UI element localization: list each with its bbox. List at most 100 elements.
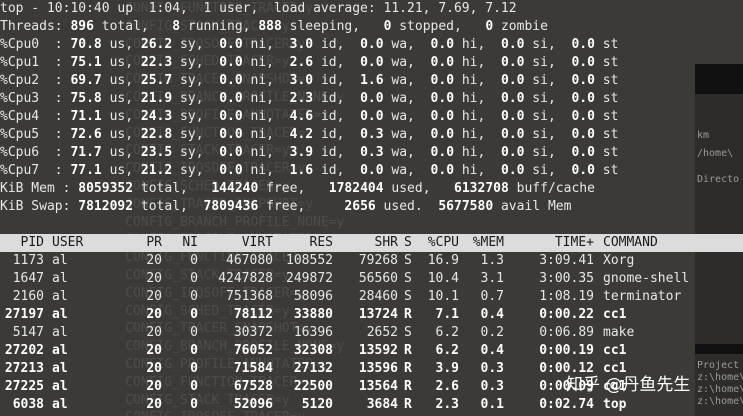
cell-shr: 3684 — [366, 397, 398, 412]
cell-res: 5120 — [301, 397, 333, 412]
cell-cmd: gnome-shell — [603, 271, 690, 286]
cell-pid: 1647 — [12, 271, 44, 286]
cell-user: al — [52, 361, 68, 376]
cpu-line: %Cpu2 : 69.7 us, 25.7 sy, 0.0 ni, 3.0 id… — [0, 73, 619, 88]
cell-shr: 28460 — [358, 289, 398, 304]
cell-shr: 13724 — [358, 307, 398, 322]
cell-mem: 0.2 — [480, 325, 504, 340]
table-row[interactable]: 27202 al 20 0 76052 32308 13592 R 6.2 0.4 0:00.19 c… — [0, 342, 743, 360]
cell-cmd: terminator — [603, 289, 682, 304]
cell-s: S — [404, 253, 412, 268]
cell-virt: 4247828 — [218, 271, 273, 286]
cell-ni: 0 — [190, 253, 198, 268]
column-header: NI — [182, 235, 198, 250]
cell-pid: 5147 — [12, 325, 44, 340]
cell-user: al — [52, 379, 68, 394]
cell-ni: 0 — [190, 325, 198, 340]
column-header: TIME+ — [554, 235, 594, 250]
cell-mem: 0.3 — [480, 361, 504, 376]
cell-cpu: 10.4 — [427, 271, 459, 286]
cell-ni: 0 — [190, 343, 198, 358]
cell-pid: 6038 — [12, 397, 44, 412]
cell-pid: 27225 — [4, 379, 44, 394]
cell-mem: 0.7 — [480, 289, 504, 304]
swap-line: KiB Swap: 7812092 total, 7809436 free, 2… — [0, 199, 572, 214]
cpu-line: %Cpu5 : 72.6 us, 22.8 sy, 0.0 ni, 4.2 id… — [0, 127, 619, 142]
cpu-line: %Cpu6 : 71.7 us, 23.5 sy, 0.0 ni, 3.9 id… — [0, 145, 619, 160]
cell-pr: 20 — [146, 271, 162, 286]
cell-pid: 27197 — [4, 307, 44, 322]
cell-user: al — [52, 397, 68, 412]
cell-virt: 30372 — [233, 325, 273, 340]
cell-virt: 78112 — [233, 307, 273, 322]
cell-cpu: 16.9 — [427, 253, 459, 268]
cell-user: al — [52, 343, 68, 358]
cell-cmd: make — [603, 325, 635, 340]
cell-time: 3:09.41 — [539, 253, 594, 268]
table-row[interactable]: 1173 al 20 0 467080 108552 79268 S 16.9 1.3 3:09.4… — [0, 252, 743, 270]
cell-res: 22500 — [293, 379, 333, 394]
cell-user: al — [52, 307, 68, 322]
cell-cpu: 10.1 — [427, 289, 459, 304]
cell-cpu: 6.2 — [435, 325, 459, 340]
cell-shr: 13564 — [358, 379, 398, 394]
cell-cpu: 7.1 — [435, 307, 459, 322]
cell-cmd: Xorg — [603, 253, 635, 268]
cell-cmd: cc1 — [603, 343, 627, 358]
process-table-header: PID USER PR NI VIRT RES SHR S %CPU %MEM TIME+ COMMA… — [0, 234, 743, 252]
cell-cmd: top — [603, 397, 627, 412]
cell-time: 1:08.19 — [539, 289, 594, 304]
cell-mem: 1.3 — [480, 253, 504, 268]
cell-shr: 2652 — [366, 325, 398, 340]
cell-ni: 0 — [190, 379, 198, 394]
cell-cmd: cc1 — [603, 307, 627, 322]
column-header: %MEM — [472, 235, 504, 250]
cell-time: 0:02.74 — [539, 397, 594, 412]
cell-res: 16396 — [293, 325, 333, 340]
cell-mem: 0.1 — [480, 397, 504, 412]
cell-shr: 13596 — [358, 361, 398, 376]
cell-s: R — [404, 361, 412, 376]
table-row[interactable]: 27197 al 20 0 78112 33880 13724 R 7.1 0.4 0:00.22 c… — [0, 306, 743, 324]
cell-pid: 2160 — [12, 289, 44, 304]
cell-res: 33880 — [293, 307, 333, 322]
cell-cpu: 2.3 — [435, 397, 459, 412]
cpu-line: %Cpu7 : 77.1 us, 21.2 sy, 0.0 ni, 1.6 id… — [0, 163, 619, 178]
cell-virt: 71584 — [233, 361, 273, 376]
table-row[interactable]: 1647 al 20 0 4247828 249872 56560 S 10.4 3.1 3:00.… — [0, 270, 743, 288]
cell-shr: 56560 — [358, 271, 398, 286]
cpu-line: %Cpu0 : 70.8 us, 26.2 sy, 0.0 ni, 3.0 id… — [0, 37, 619, 52]
cell-res: 58096 — [293, 289, 333, 304]
cell-virt: 52096 — [233, 397, 273, 412]
cell-res: 32308 — [293, 343, 333, 358]
cell-pid: 27202 — [4, 343, 44, 358]
cell-s: S — [404, 271, 412, 286]
cell-user: al — [52, 289, 68, 304]
cell-user: al — [52, 271, 68, 286]
cell-shr: 13592 — [358, 343, 398, 358]
table-row[interactable]: 5147 al 20 0 30372 16396 2652 S 6.2 0.2 0:06.89 mak… — [0, 324, 743, 342]
uptime-line: top - 10:10:40 up 1:04, 1 user, load ave… — [0, 1, 517, 16]
memory-line: KiB Mem : 8059352 total, 144240 free, 17… — [0, 181, 595, 196]
cell-virt: 751368 — [226, 289, 273, 304]
cell-mem: 3.1 — [480, 271, 504, 286]
cell-shr: 79268 — [358, 253, 398, 268]
threads-line: Threads: 896 total, 8 running, 888 sleep… — [0, 19, 548, 34]
cell-s: S — [404, 325, 412, 340]
cell-pr: 20 — [146, 379, 162, 394]
cell-res: 27132 — [293, 361, 333, 376]
cell-pr: 20 — [146, 361, 162, 376]
cell-mem: 0.4 — [480, 343, 504, 358]
watermark: 知乎 @丹鱼先生 — [566, 375, 691, 395]
cpu-line: %Cpu1 : 75.1 us, 22.3 sy, 0.0 ni, 2.6 id… — [0, 55, 619, 70]
cell-pr: 20 — [146, 397, 162, 412]
cell-s: R — [404, 307, 412, 322]
cell-ni: 0 — [190, 361, 198, 376]
cell-pr: 20 — [146, 325, 162, 340]
cell-time: 3:00.35 — [539, 271, 594, 286]
cell-user: al — [52, 253, 68, 268]
table-row[interactable]: 6038 al 20 0 52096 5120 3684 R 2.3 0.1 0:02.74 top — [0, 396, 743, 414]
table-row[interactable]: 2160 al 20 0 751368 58096 28460 S 10.1 0.7 1:08.19… — [0, 288, 743, 306]
cell-s: R — [404, 343, 412, 358]
cell-ni: 0 — [190, 289, 198, 304]
